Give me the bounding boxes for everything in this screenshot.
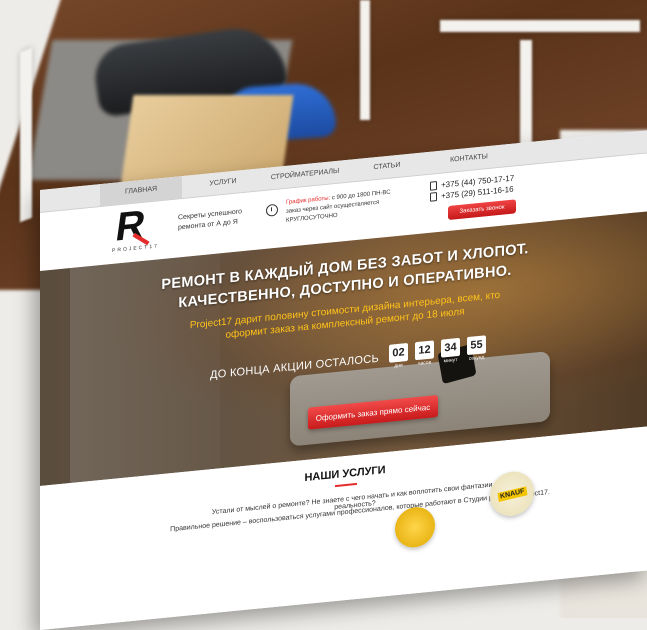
work-schedule: График работы: с 900 до 1800 ПН-ВС заказ…: [286, 185, 431, 226]
countdown-value: 12: [415, 340, 435, 361]
countdown-hours: 12 часов: [415, 340, 435, 367]
logo-letter: R: [112, 202, 149, 250]
knauf-text: KNAUF: [497, 485, 527, 502]
wall: [20, 47, 32, 223]
partner-logo-knauf: KNAUF: [490, 469, 534, 518]
phone-icon: [430, 181, 437, 191]
wall: [440, 20, 640, 32]
title-underline: [335, 482, 357, 488]
wall: [360, 0, 370, 120]
schedule-hours: с 900 до 1800 ПН-ВС: [331, 189, 391, 202]
countdown-seconds: 55 секунд: [467, 335, 487, 362]
phone-icon: [430, 192, 437, 202]
phone-list: +375 (44) 750-17-17 +375 (29) 511-16-16: [430, 173, 514, 203]
partner-logo: [395, 505, 435, 550]
countdown-value: 34: [441, 337, 461, 358]
website-mockup: ГЛАВНАЯ УСЛУГИ СТРОЙМАТЕРИАЛЫ СТАТЬИ КОН…: [40, 130, 647, 630]
site-logo[interactable]: R PROJECT17: [112, 202, 172, 256]
countdown-value: 55: [467, 335, 487, 356]
countdown-minutes: 34 минут: [441, 337, 461, 365]
callback-button[interactable]: Заказать звонок: [448, 199, 516, 220]
countdown-days: 02 дня: [389, 342, 409, 370]
countdown-value: 02: [389, 342, 409, 363]
clock-icon: [266, 203, 278, 217]
tagline: Секреты успешного ремонта от А до Я: [178, 208, 243, 232]
